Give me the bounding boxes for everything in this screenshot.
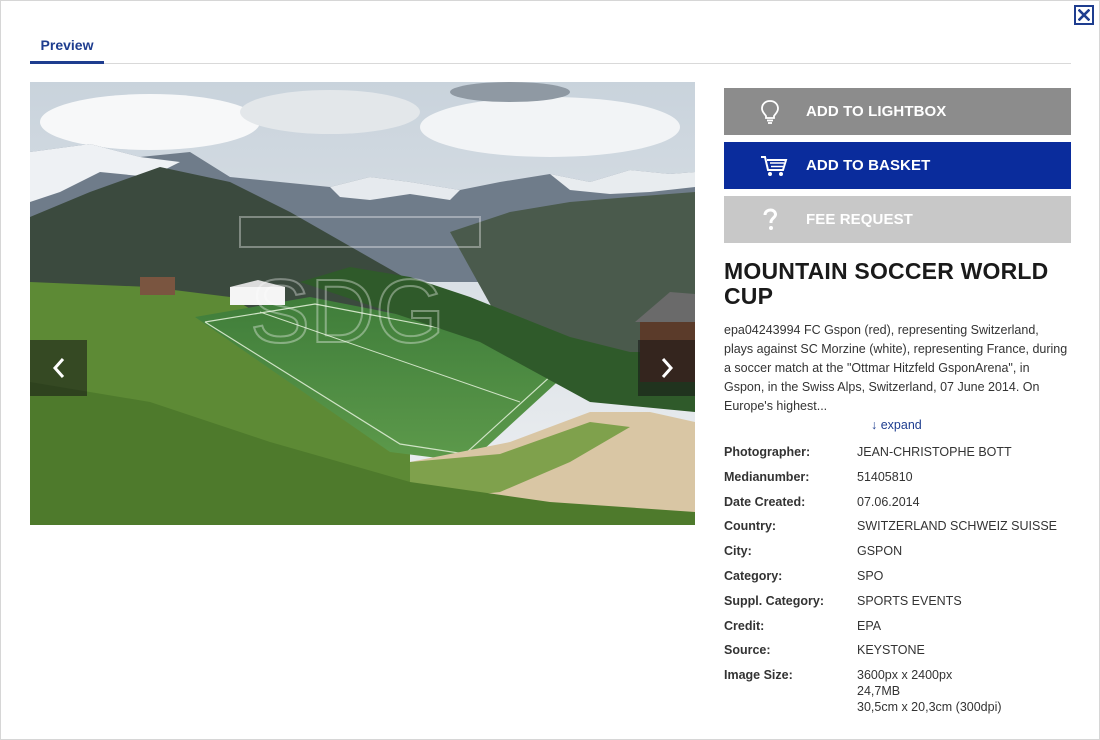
meta-photographer: Photographer: JEAN-CHRISTOPHE BOTT <box>724 440 1071 465</box>
svg-text:SDG: SDG <box>250 262 445 362</box>
previous-image-button[interactable] <box>30 340 87 396</box>
meta-suppl-category: Suppl. Category: SPORTS EVENTS <box>724 589 1071 614</box>
meta-credit: Credit: EPA <box>724 614 1071 639</box>
meta-label: Photographer: <box>724 445 811 459</box>
expand-link[interactable]: ↓ expand <box>871 416 1071 434</box>
meta-label: Medianumber: <box>724 469 810 484</box>
meta-label: Country: <box>724 519 777 534</box>
meta-value: GSPON <box>857 544 903 559</box>
meta-date-created: Date Created: 07.06.2014 <box>724 490 1071 515</box>
meta-label: Suppl. Category: <box>724 593 825 608</box>
meta-value: JEAN-CHRISTOPHE BOTT <box>857 445 1012 459</box>
meta-city: City: GSPON <box>724 539 1071 564</box>
meta-value: SWITZERLAND SCHWEIZ SUISSE <box>857 519 1058 534</box>
tab-preview[interactable]: Preview <box>30 30 104 64</box>
meta-label: Category: <box>724 568 783 583</box>
image-caption: epa04243994 FC Gspon (red), representing… <box>724 323 1068 413</box>
add-to-lightbox-button[interactable]: ADD TO LIGHTBOX <box>724 88 1071 135</box>
cart-icon <box>760 154 798 178</box>
close-icon <box>1078 9 1090 21</box>
meta-label: City: <box>724 544 752 559</box>
meta-label: Date Created: <box>724 494 806 509</box>
image-headline: MOUNTAIN SOCCER WORLD CUP <box>724 258 1049 309</box>
meta-value: 51405810 <box>857 469 913 484</box>
next-image-button[interactable] <box>638 340 695 396</box>
question-icon <box>760 207 798 232</box>
meta-value: 3600px x 2400px 24,7MB 30,5cm x 20,3cm (… <box>857 663 1002 715</box>
add-to-basket-button[interactable]: ADD TO BASKET <box>724 142 1071 189</box>
meta-value: 07.06.2014 <box>857 494 920 509</box>
detail-panel: ADD TO LIGHTBOX ADD TO BASKET FEE REQUES… <box>724 88 1071 715</box>
chevron-left-icon <box>52 358 64 378</box>
close-button[interactable] <box>1074 5 1094 25</box>
fee-request-button[interactable]: FEE REQUEST <box>724 196 1071 243</box>
image-size-pixels: 3600px x 2400px <box>857 668 953 683</box>
meta-label: Source: <box>724 643 771 658</box>
preview-image: SDG <box>30 82 695 525</box>
fee-request-label: FEE REQUEST <box>806 211 913 228</box>
meta-medianumber: Medianumber: 51405810 <box>724 465 1071 490</box>
meta-value: KEYSTONE <box>857 643 925 658</box>
meta-value: EPA <box>857 618 882 633</box>
image-size-print: 30,5cm x 20,3cm (300dpi) <box>857 700 1002 715</box>
meta-image-size: Image Size: 3600px x 2400px 24,7MB 30,5c… <box>724 663 1071 715</box>
meta-value: SPO <box>857 568 884 583</box>
chevron-right-icon <box>661 358 673 378</box>
meta-category: Category: SPO <box>724 564 1071 589</box>
metadata-list: Photographer: JEAN-CHRISTOPHE BOTT Media… <box>724 440 1071 715</box>
tab-bar: Preview <box>30 30 1071 64</box>
add-to-lightbox-label: ADD TO LIGHTBOX <box>806 103 947 120</box>
image-size-filesize: 24,7MB <box>857 684 901 699</box>
meta-country: Country: SWITZERLAND SCHWEIZ SUISSE <box>724 514 1071 539</box>
lightbulb-icon <box>760 99 798 125</box>
add-to-basket-label: ADD TO BASKET <box>806 157 931 174</box>
meta-source: Source: KEYSTONE <box>724 638 1071 663</box>
meta-label: Image Size: <box>724 668 793 683</box>
meta-value: SPORTS EVENTS <box>857 593 962 608</box>
meta-label: Credit: <box>724 618 765 633</box>
